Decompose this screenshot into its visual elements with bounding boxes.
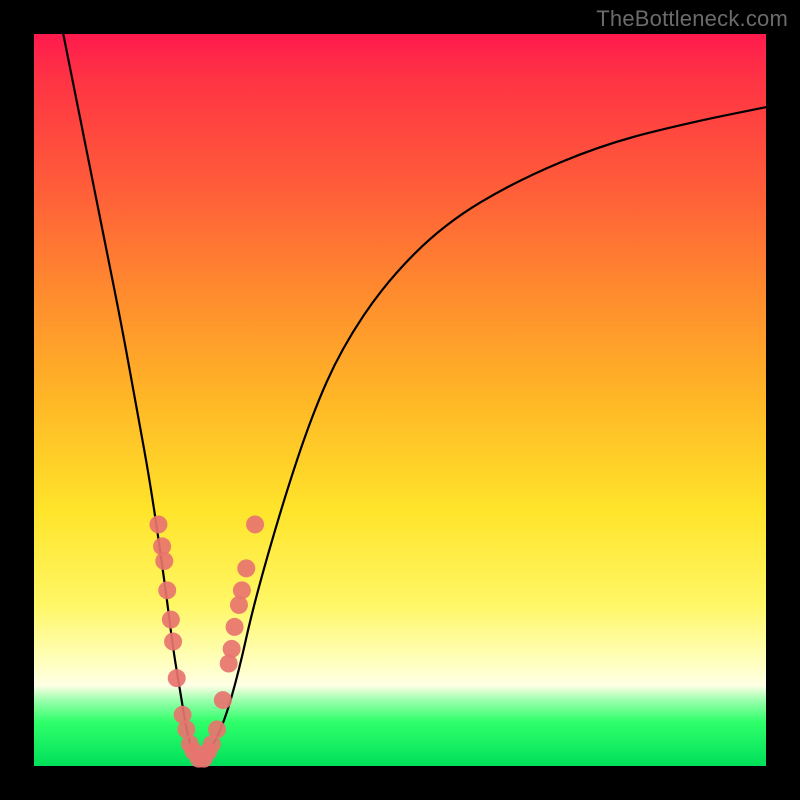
sample-point [208, 720, 226, 738]
chart-svg [34, 34, 766, 766]
chart-frame: TheBottleneck.com [0, 0, 800, 800]
sample-point [233, 581, 251, 599]
sample-point [223, 640, 241, 658]
sample-point [158, 581, 176, 599]
plot-area [34, 34, 766, 766]
sample-point [168, 669, 186, 687]
sample-point [246, 515, 264, 533]
watermark-text: TheBottleneck.com [596, 6, 788, 32]
sample-point [226, 618, 244, 636]
sample-points [149, 515, 264, 767]
sample-point [162, 611, 180, 629]
sample-point [149, 515, 167, 533]
sample-point [155, 552, 173, 570]
bottleneck-curve [63, 34, 766, 759]
sample-point [237, 559, 255, 577]
sample-point [214, 691, 232, 709]
sample-point [164, 633, 182, 651]
